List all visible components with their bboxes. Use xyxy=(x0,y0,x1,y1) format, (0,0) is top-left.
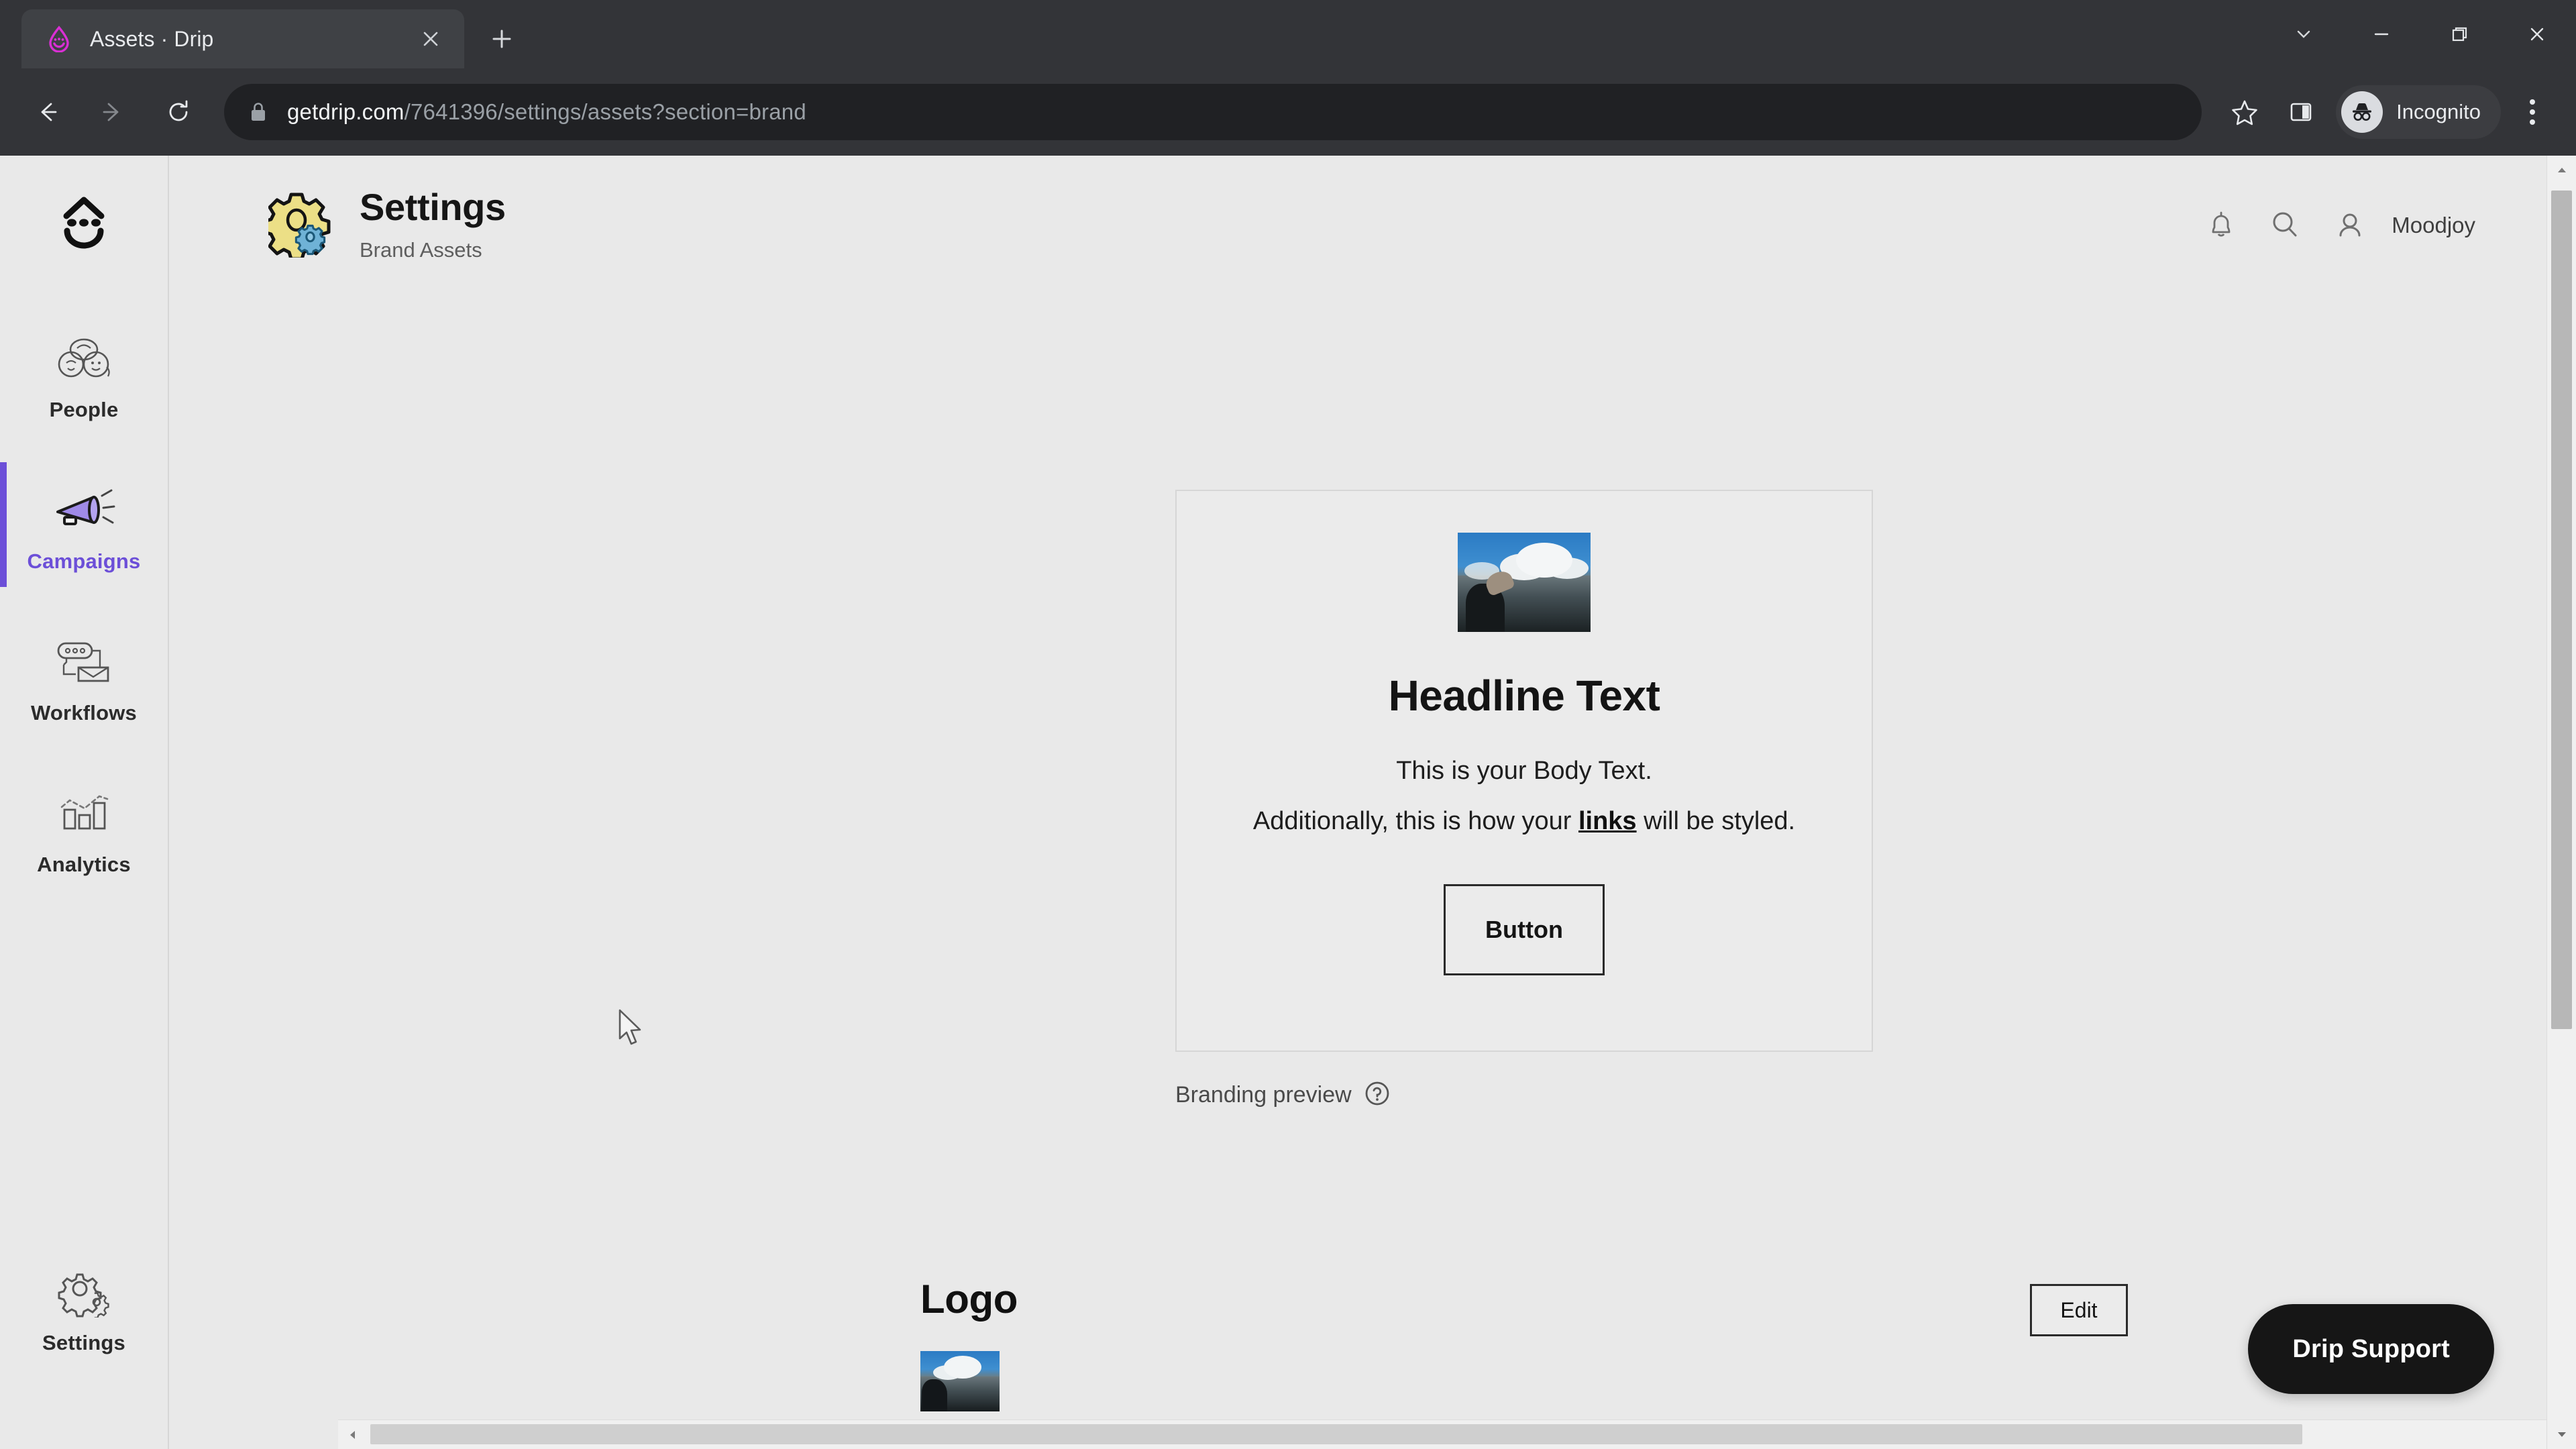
scroll-left-icon[interactable] xyxy=(338,1420,368,1449)
kebab-dot xyxy=(2530,99,2535,105)
sidebar-item-analytics[interactable]: Analytics xyxy=(0,765,168,890)
minimize-icon[interactable] xyxy=(2343,0,2420,68)
preview-body-before: Additionally, this is how your xyxy=(1252,807,1578,835)
kebab-menu-icon[interactable] xyxy=(2508,84,2557,140)
url-text: getdrip.com/7641396/settings/assets?sect… xyxy=(287,99,806,125)
sidebar-item-workflows[interactable]: Workflows xyxy=(0,614,168,739)
main-content: Settings Brand Assets Moodjoy Headline T… xyxy=(169,156,2576,1449)
scroll-down-icon[interactable] xyxy=(2547,1419,2576,1449)
bar-chart-icon xyxy=(55,783,113,845)
preview-body-line-1: This is your Body Text. xyxy=(1396,757,1652,785)
people-icon xyxy=(54,328,113,390)
workflow-icon xyxy=(53,631,115,693)
drip-support-button[interactable]: Drip Support xyxy=(2248,1304,2494,1394)
preview-body-after: will be styled. xyxy=(1636,807,1796,835)
browser-toolbar: getdrip.com/7641396/settings/assets?sect… xyxy=(0,68,2576,156)
help-circle-icon[interactable] xyxy=(1364,1080,1391,1110)
drip-droplet-icon xyxy=(44,24,74,54)
lock-icon xyxy=(244,101,272,123)
page-subtitle: Brand Assets xyxy=(360,237,482,262)
mouse-pointer xyxy=(617,1009,648,1054)
preview-headline: Headline Text xyxy=(1388,672,1660,720)
incognito-icon xyxy=(2341,91,2383,133)
kebab-dot xyxy=(2530,109,2535,115)
logo-hand xyxy=(922,1379,948,1411)
branding-preview-label: Branding preview xyxy=(1175,1082,1352,1108)
profile-label: Incognito xyxy=(2396,100,2481,123)
scroll-up-icon[interactable] xyxy=(2547,156,2576,185)
page-viewport: People Campaigns Workflows Analytics Set… xyxy=(0,156,2576,1449)
branding-preview-card: Headline Text This is your Body Text. Ad… xyxy=(1175,490,1873,1052)
branding-preview-caption: Branding preview xyxy=(1175,1080,1873,1110)
brand-logo-image xyxy=(1458,533,1591,632)
close-icon[interactable] xyxy=(413,21,448,56)
vertical-scrollbar[interactable] xyxy=(2546,156,2576,1449)
url-path: /7641396/settings/assets?section=brand xyxy=(404,99,806,124)
browser-tab[interactable]: Assets · Drip xyxy=(21,9,464,68)
url-host: getdrip.com xyxy=(287,99,405,124)
new-tab-button[interactable] xyxy=(476,13,527,64)
sidebar-item-settings[interactable]: Settings xyxy=(0,1244,168,1368)
reload-icon[interactable] xyxy=(150,84,207,140)
tab-strip: Assets · Drip xyxy=(0,0,2576,68)
search-icon[interactable] xyxy=(2253,193,2318,258)
side-panel-icon[interactable] xyxy=(2273,84,2329,140)
sidebar-item-label: Settings xyxy=(42,1331,125,1354)
logo-cloud xyxy=(944,1356,982,1379)
forward-arrow-icon[interactable] xyxy=(85,84,141,140)
maximize-icon[interactable] xyxy=(2420,0,2498,68)
tab-title: Assets · Drip xyxy=(90,26,214,51)
person-icon xyxy=(2318,193,2382,258)
browser-window: Assets · Drip getdrip.com/7641396/settin… xyxy=(0,0,2576,1449)
preview-link[interactable]: links xyxy=(1578,807,1637,835)
drip-smiley-logo[interactable] xyxy=(50,188,117,258)
logo-cloud xyxy=(1516,542,1573,578)
preview-body-line-2: Additionally, this is how your links wil… xyxy=(1253,807,1795,836)
bell-icon[interactable] xyxy=(2189,193,2253,258)
sidebar-item-label: People xyxy=(49,398,119,421)
vertical-scroll-thumb[interactable] xyxy=(2551,191,2572,1029)
page-title: Settings xyxy=(360,186,506,228)
profile-incognito-button[interactable]: Incognito xyxy=(2336,85,2501,139)
window-controls xyxy=(2265,0,2576,68)
edit-button[interactable]: Edit xyxy=(2030,1284,2128,1336)
section-logo: Logo Edit xyxy=(920,1276,2128,1411)
branding-preview-wrap: Headline Text This is your Body Text. Ad… xyxy=(1175,490,1873,1110)
page-header-text: Settings Brand Assets xyxy=(360,186,506,262)
close-window-icon[interactable] xyxy=(2498,0,2576,68)
sidebar-item-label: Campaigns xyxy=(27,549,141,573)
page-header: Settings Brand Assets Moodjoy xyxy=(169,156,2576,283)
horizontal-scrollbar[interactable] xyxy=(338,1419,2546,1449)
user-menu[interactable]: Moodjoy xyxy=(2318,193,2475,258)
header-actions: Moodjoy xyxy=(2189,188,2576,258)
gears-icon xyxy=(54,1261,113,1323)
address-bar[interactable]: getdrip.com/7641396/settings/assets?sect… xyxy=(224,84,2202,140)
section-title: Logo xyxy=(920,1277,1018,1322)
settings-gears-icon xyxy=(262,188,338,261)
kebab-dot xyxy=(2530,119,2535,125)
preview-button[interactable]: Button xyxy=(1444,884,1605,975)
sidebar-item-campaigns[interactable]: Campaigns xyxy=(0,462,168,587)
sidebar-item-label: Analytics xyxy=(37,853,131,876)
horizontal-scroll-thumb[interactable] xyxy=(370,1424,2302,1444)
back-arrow-icon[interactable] xyxy=(19,84,75,140)
megaphone-icon xyxy=(51,480,117,541)
star-icon[interactable] xyxy=(2216,84,2273,140)
chevron-down-icon[interactable] xyxy=(2265,0,2343,68)
logo-thumbnail[interactable] xyxy=(920,1351,1000,1411)
app-sidebar: People Campaigns Workflows Analytics Set… xyxy=(0,156,169,1449)
sidebar-item-people[interactable]: People xyxy=(0,311,168,435)
section-header: Logo Edit xyxy=(920,1276,2128,1336)
username-label: Moodjoy xyxy=(2392,213,2475,237)
sidebar-item-label: Workflows xyxy=(31,701,137,724)
